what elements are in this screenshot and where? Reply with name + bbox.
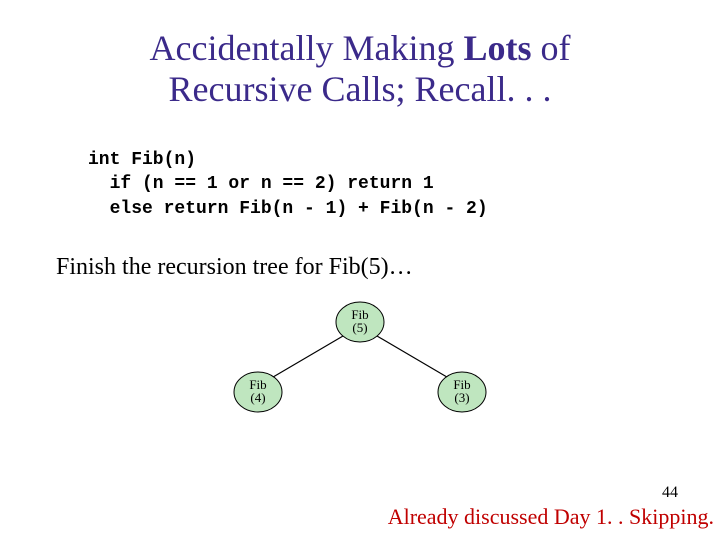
title-bold: Lots [463,28,531,68]
tree-node-left-l2: (4) [250,390,265,405]
slide-title: Accidentally Making Lots of Recursive Ca… [0,28,720,111]
footer: 44 Already discussed Day 1. . Skipping. [388,484,714,530]
code-line-3: else return Fib(n - 1) + Fib(n - 2) [88,199,488,219]
recursion-tree: Fib (5) Fib (4) Fib (3) [0,298,720,468]
tree-node-root: Fib (5) [336,302,384,342]
tree-node-left: Fib (4) [234,372,282,412]
title-line2: Recursive Calls; Recall. . . [169,69,552,109]
tree-edge-right [377,336,452,380]
code-line-2: if (n == 1 or n == 2) return 1 [88,174,434,194]
tree-node-right-l2: (3) [454,390,469,405]
skip-note: Already discussed Day 1. . Skipping. [388,504,714,530]
tree-edge-left [268,336,343,380]
tree-node-root-l2: (5) [352,320,367,335]
page-number: 44 [388,484,678,502]
title-post: of [531,28,570,68]
code-block: int Fib(n) if (n == 1 or n == 2) return … [88,148,488,221]
title-pre: Accidentally Making [150,28,464,68]
prompt-text: Finish the recursion tree for Fib(5)… [56,254,413,281]
slide: Accidentally Making Lots of Recursive Ca… [0,0,720,540]
tree-node-right: Fib (3) [438,372,486,412]
code-line-1: int Fib(n) [88,150,196,170]
